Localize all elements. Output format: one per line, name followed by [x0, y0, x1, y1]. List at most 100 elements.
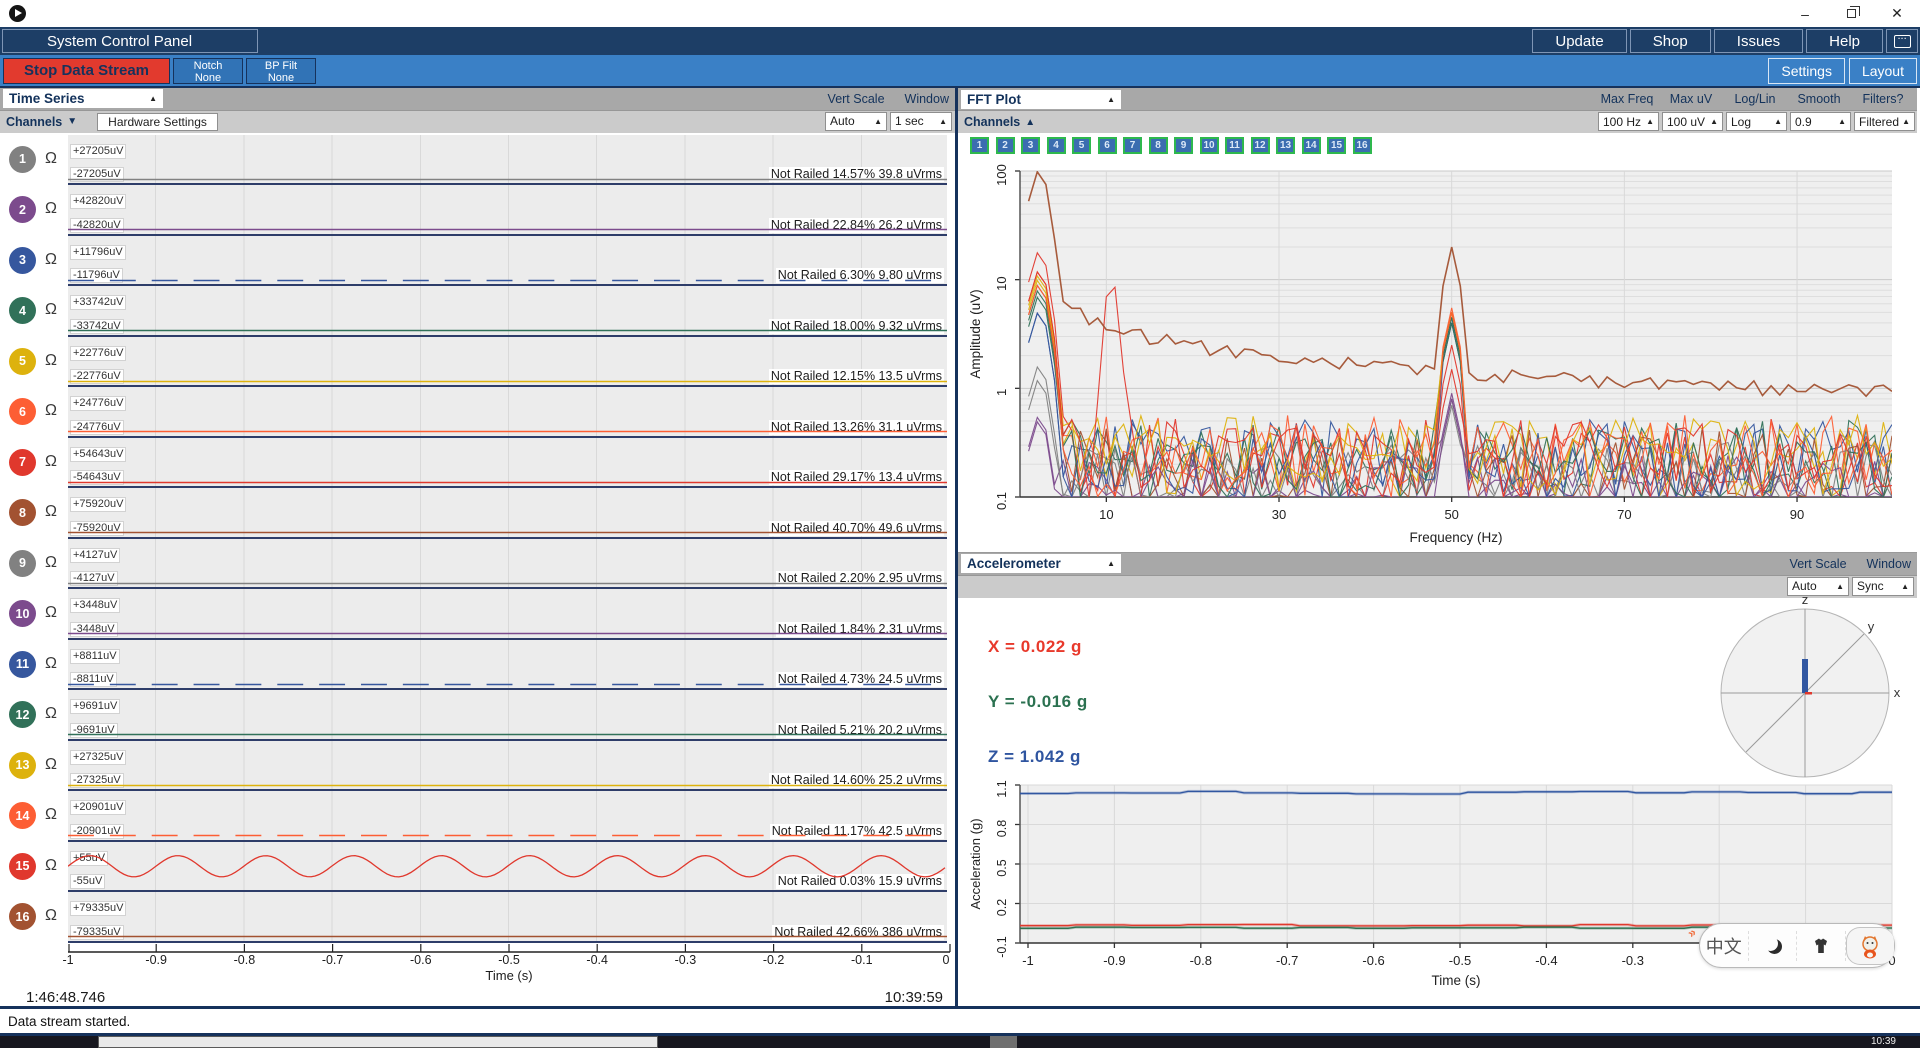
fft-channel-button[interactable]: 15	[1327, 137, 1346, 154]
impedance-button[interactable]: Ω	[45, 453, 57, 471]
console-button[interactable]	[1886, 29, 1918, 53]
vert-scale-label: Vert Scale	[1789, 556, 1847, 571]
time-series-widget-selector[interactable]: Time Series ▲	[3, 89, 163, 109]
channel-trace	[68, 683, 947, 685]
fft-max-uv-dropdown[interactable]: 100 uV ▲	[1662, 112, 1723, 131]
taskbar-tray-item[interactable]	[990, 1036, 1017, 1048]
channel-badge[interactable]: 4	[9, 297, 36, 325]
taskbar-window-thumb[interactable]	[98, 1036, 658, 1048]
settings-button[interactable]: Settings	[1768, 57, 1845, 84]
svg-text:Amplitude (uV): Amplitude (uV)	[968, 289, 983, 378]
impedance-button[interactable]: Ω	[45, 604, 57, 622]
channel-badge[interactable]: 5	[9, 347, 36, 375]
channel-badge[interactable]: 15	[9, 852, 36, 880]
ime-mascot-button[interactable]	[1845, 926, 1894, 965]
channel-badge[interactable]: 14	[9, 802, 36, 830]
layout-button[interactable]: Layout	[1848, 57, 1917, 84]
fft-channel-button[interactable]: 5	[1072, 137, 1091, 154]
fft-channel-button[interactable]: 12	[1250, 137, 1270, 154]
fft-filters--dropdown[interactable]: Filtered ▲	[1854, 112, 1915, 131]
window-value: 1 sec	[895, 114, 924, 129]
channel-trace	[68, 632, 947, 635]
stop-data-stream-button[interactable]: Stop Data Stream	[3, 57, 170, 84]
channel-badge[interactable]: 16	[9, 903, 36, 931]
help-button[interactable]: Help	[1806, 29, 1883, 53]
ime-language-button[interactable]: 中文	[1700, 930, 1749, 961]
x-tick-label: 0	[942, 953, 950, 968]
impedance-button[interactable]: Ω	[45, 705, 57, 723]
impedance-button[interactable]: Ω	[45, 655, 57, 673]
accel-z-vector	[1802, 658, 1808, 693]
close-icon[interactable]: ✕	[1874, 0, 1920, 27]
channel-badge[interactable]: 12	[9, 701, 36, 729]
channel-badge[interactable]: 3	[9, 246, 36, 274]
window-dropdown[interactable]: 1 sec ▲	[890, 111, 952, 131]
channel-badge[interactable]: 9	[9, 549, 36, 577]
impedance-button[interactable]: Ω	[45, 756, 57, 774]
ime-dark-mode-button[interactable]	[1749, 930, 1797, 961]
channel-badge[interactable]: 11	[9, 650, 36, 678]
svg-text:-0.6: -0.6	[1362, 953, 1384, 968]
impedance-button[interactable]: Ω	[45, 857, 57, 875]
channel-badge[interactable]: 8	[9, 499, 36, 527]
issues-button[interactable]: Issues	[1713, 29, 1804, 53]
minimize-icon[interactable]: –	[1782, 0, 1828, 27]
fft-log-lin-dropdown[interactable]: Log ▲	[1726, 112, 1787, 131]
channel-plot: +22776uV -22776uV Not Railed 12.15% 13.5 u…	[68, 336, 947, 388]
impedance-button[interactable]: Ω	[45, 907, 57, 925]
ime-toolbar[interactable]: 中文	[1699, 923, 1895, 968]
bandpass-filter-button[interactable]: BP Filt None	[246, 57, 316, 84]
notch-filter-button[interactable]: Notch None	[173, 57, 243, 84]
fft-channel-button[interactable]: 9	[1174, 137, 1193, 154]
fft-channel-button[interactable]: 4	[1046, 137, 1066, 154]
accelerometer-widget-selector[interactable]: Accelerometer ▲	[961, 554, 1121, 574]
fft-widget-selector[interactable]: FFT Plot ▲	[961, 89, 1121, 109]
impedance-button[interactable]: Ω	[45, 554, 57, 572]
fft-channel-button[interactable]: 11	[1225, 137, 1244, 154]
main-area: Time Series ▲ Vert Scale Window Channels…	[0, 86, 1920, 1006]
shop-button[interactable]: Shop	[1629, 29, 1711, 53]
fft-channel-button[interactable]: 6	[1097, 137, 1117, 154]
restore-icon[interactable]	[1828, 0, 1874, 27]
channel-plot: +42820uV -42820uV Not Railed 22.84% 26.2 u…	[68, 185, 947, 236]
channel-badge[interactable]: 10	[9, 600, 36, 628]
main-navbar: System Control Panel Update Shop Issues …	[0, 27, 1920, 55]
fft-channel-button[interactable]: 2	[995, 137, 1015, 154]
channel-badge[interactable]: 1	[9, 145, 36, 173]
update-button[interactable]: Update	[1532, 29, 1627, 53]
channel-trace	[68, 481, 947, 483]
fft-channels-label[interactable]: Channels	[964, 115, 1020, 129]
time-series-channel-row: 11 Ω +8811uV -8811uV Not Railed 4.73% 24.5 u…	[0, 639, 955, 691]
channel-trace	[68, 582, 947, 584]
fft-channel-button[interactable]: 3	[1021, 137, 1040, 154]
channel-badge[interactable]: 13	[9, 751, 36, 779]
channel-badge[interactable]: 6	[9, 398, 36, 426]
fft-channel-button[interactable]: 13	[1276, 137, 1295, 154]
channel-trace	[68, 279, 947, 281]
impedance-button[interactable]: Ω	[45, 301, 57, 319]
vert-scale-dropdown[interactable]: Auto ▲	[825, 111, 887, 131]
impedance-button[interactable]: Ω	[45, 503, 57, 521]
time-series-x-axis	[68, 940, 951, 954]
fft-channel-button[interactable]: 7	[1123, 137, 1142, 154]
fft-channel-button[interactable]: 16	[1352, 137, 1372, 154]
impedance-button[interactable]: Ω	[45, 150, 57, 168]
fft-channel-button[interactable]: 14	[1301, 137, 1321, 154]
hardware-settings-button[interactable]: Hardware Settings	[97, 112, 218, 131]
fft-max-freq-dropdown[interactable]: 100 Hz ▲	[1598, 112, 1659, 131]
fft-channel-button[interactable]: 10	[1199, 137, 1219, 154]
fft-channel-button[interactable]: 1	[970, 137, 989, 154]
os-taskbar: 10:39	[0, 1036, 1920, 1048]
fft-smooth-dropdown[interactable]: 0.9 ▲	[1790, 112, 1851, 131]
impedance-button[interactable]: Ω	[45, 806, 57, 824]
time-series-channel-row: 15 Ω +55uV -55uV Not Railed 0.03% 15.9 uVrms	[0, 841, 955, 893]
impedance-button[interactable]: Ω	[45, 200, 57, 218]
fft-channel-button[interactable]: 8	[1148, 137, 1168, 154]
channels-label[interactable]: Channels	[6, 115, 62, 129]
ime-skin-button[interactable]	[1797, 930, 1846, 961]
impedance-button[interactable]: Ω	[45, 251, 57, 269]
channel-badge[interactable]: 2	[9, 196, 36, 224]
impedance-button[interactable]: Ω	[45, 402, 57, 420]
impedance-button[interactable]: Ω	[45, 352, 57, 370]
channel-badge[interactable]: 7	[9, 448, 36, 476]
